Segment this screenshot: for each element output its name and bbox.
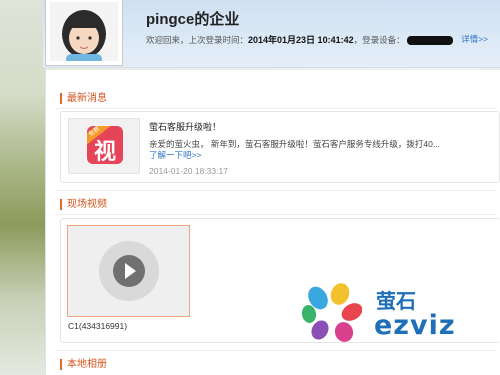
news-item[interactable]: 免费 视 萤石客服升级啦！ 亲爱的萤火虫， 新年到，萤石客服升级啦！萤石客户服务… (60, 111, 500, 183)
divider (56, 190, 496, 191)
news-thumbnail[interactable]: 免费 视 (68, 118, 140, 174)
news-date: 2014-01-20 18:33:17 (149, 166, 228, 176)
play-icon (113, 255, 145, 287)
avatar-image (50, 2, 118, 61)
section-title-news: 最新消息 (60, 93, 107, 104)
section-title-album: 本地相册 (60, 359, 107, 370)
device-label: ，登录设备： (353, 35, 405, 45)
camera-thumbnail[interactable] (67, 225, 190, 317)
play-button[interactable] (99, 241, 159, 301)
camera-label[interactable]: C1(434316991) (68, 321, 127, 331)
news-more-link[interactable]: 了解一下吧>> (149, 149, 201, 161)
details-link[interactable]: 详情>> (461, 33, 488, 45)
last-login-info: 欢迎回来，上次登录时间：2014年01月23日 10:41:42，登录设备： (146, 33, 453, 46)
video-glyph: 视 (93, 139, 116, 164)
divider (56, 214, 496, 215)
logo-text-en: ezviz (374, 310, 456, 341)
profile-header: pingce的企业 欢迎回来，上次登录时间：2014年01月23日 10:41:… (43, 0, 500, 68)
divider (56, 350, 496, 351)
background-left-strip (0, 0, 45, 375)
page-title: pingce的企业 (146, 11, 240, 28)
avatar[interactable] (45, 0, 123, 66)
ezviz-logo-icon (301, 283, 362, 342)
ezviz-watermark: 萤石 ezviz (300, 282, 500, 348)
app-icon: 免费 视 (87, 126, 123, 164)
welcome-text: 欢迎回来，上次登录时间： (146, 35, 249, 45)
section-title-video: 现场视频 (60, 199, 107, 210)
news-title[interactable]: 萤石客服升级啦！ (149, 120, 221, 133)
divider (56, 108, 496, 109)
last-login-time: 2014年01月23日 10:41:42 (248, 35, 354, 45)
redacted-device (406, 36, 453, 46)
